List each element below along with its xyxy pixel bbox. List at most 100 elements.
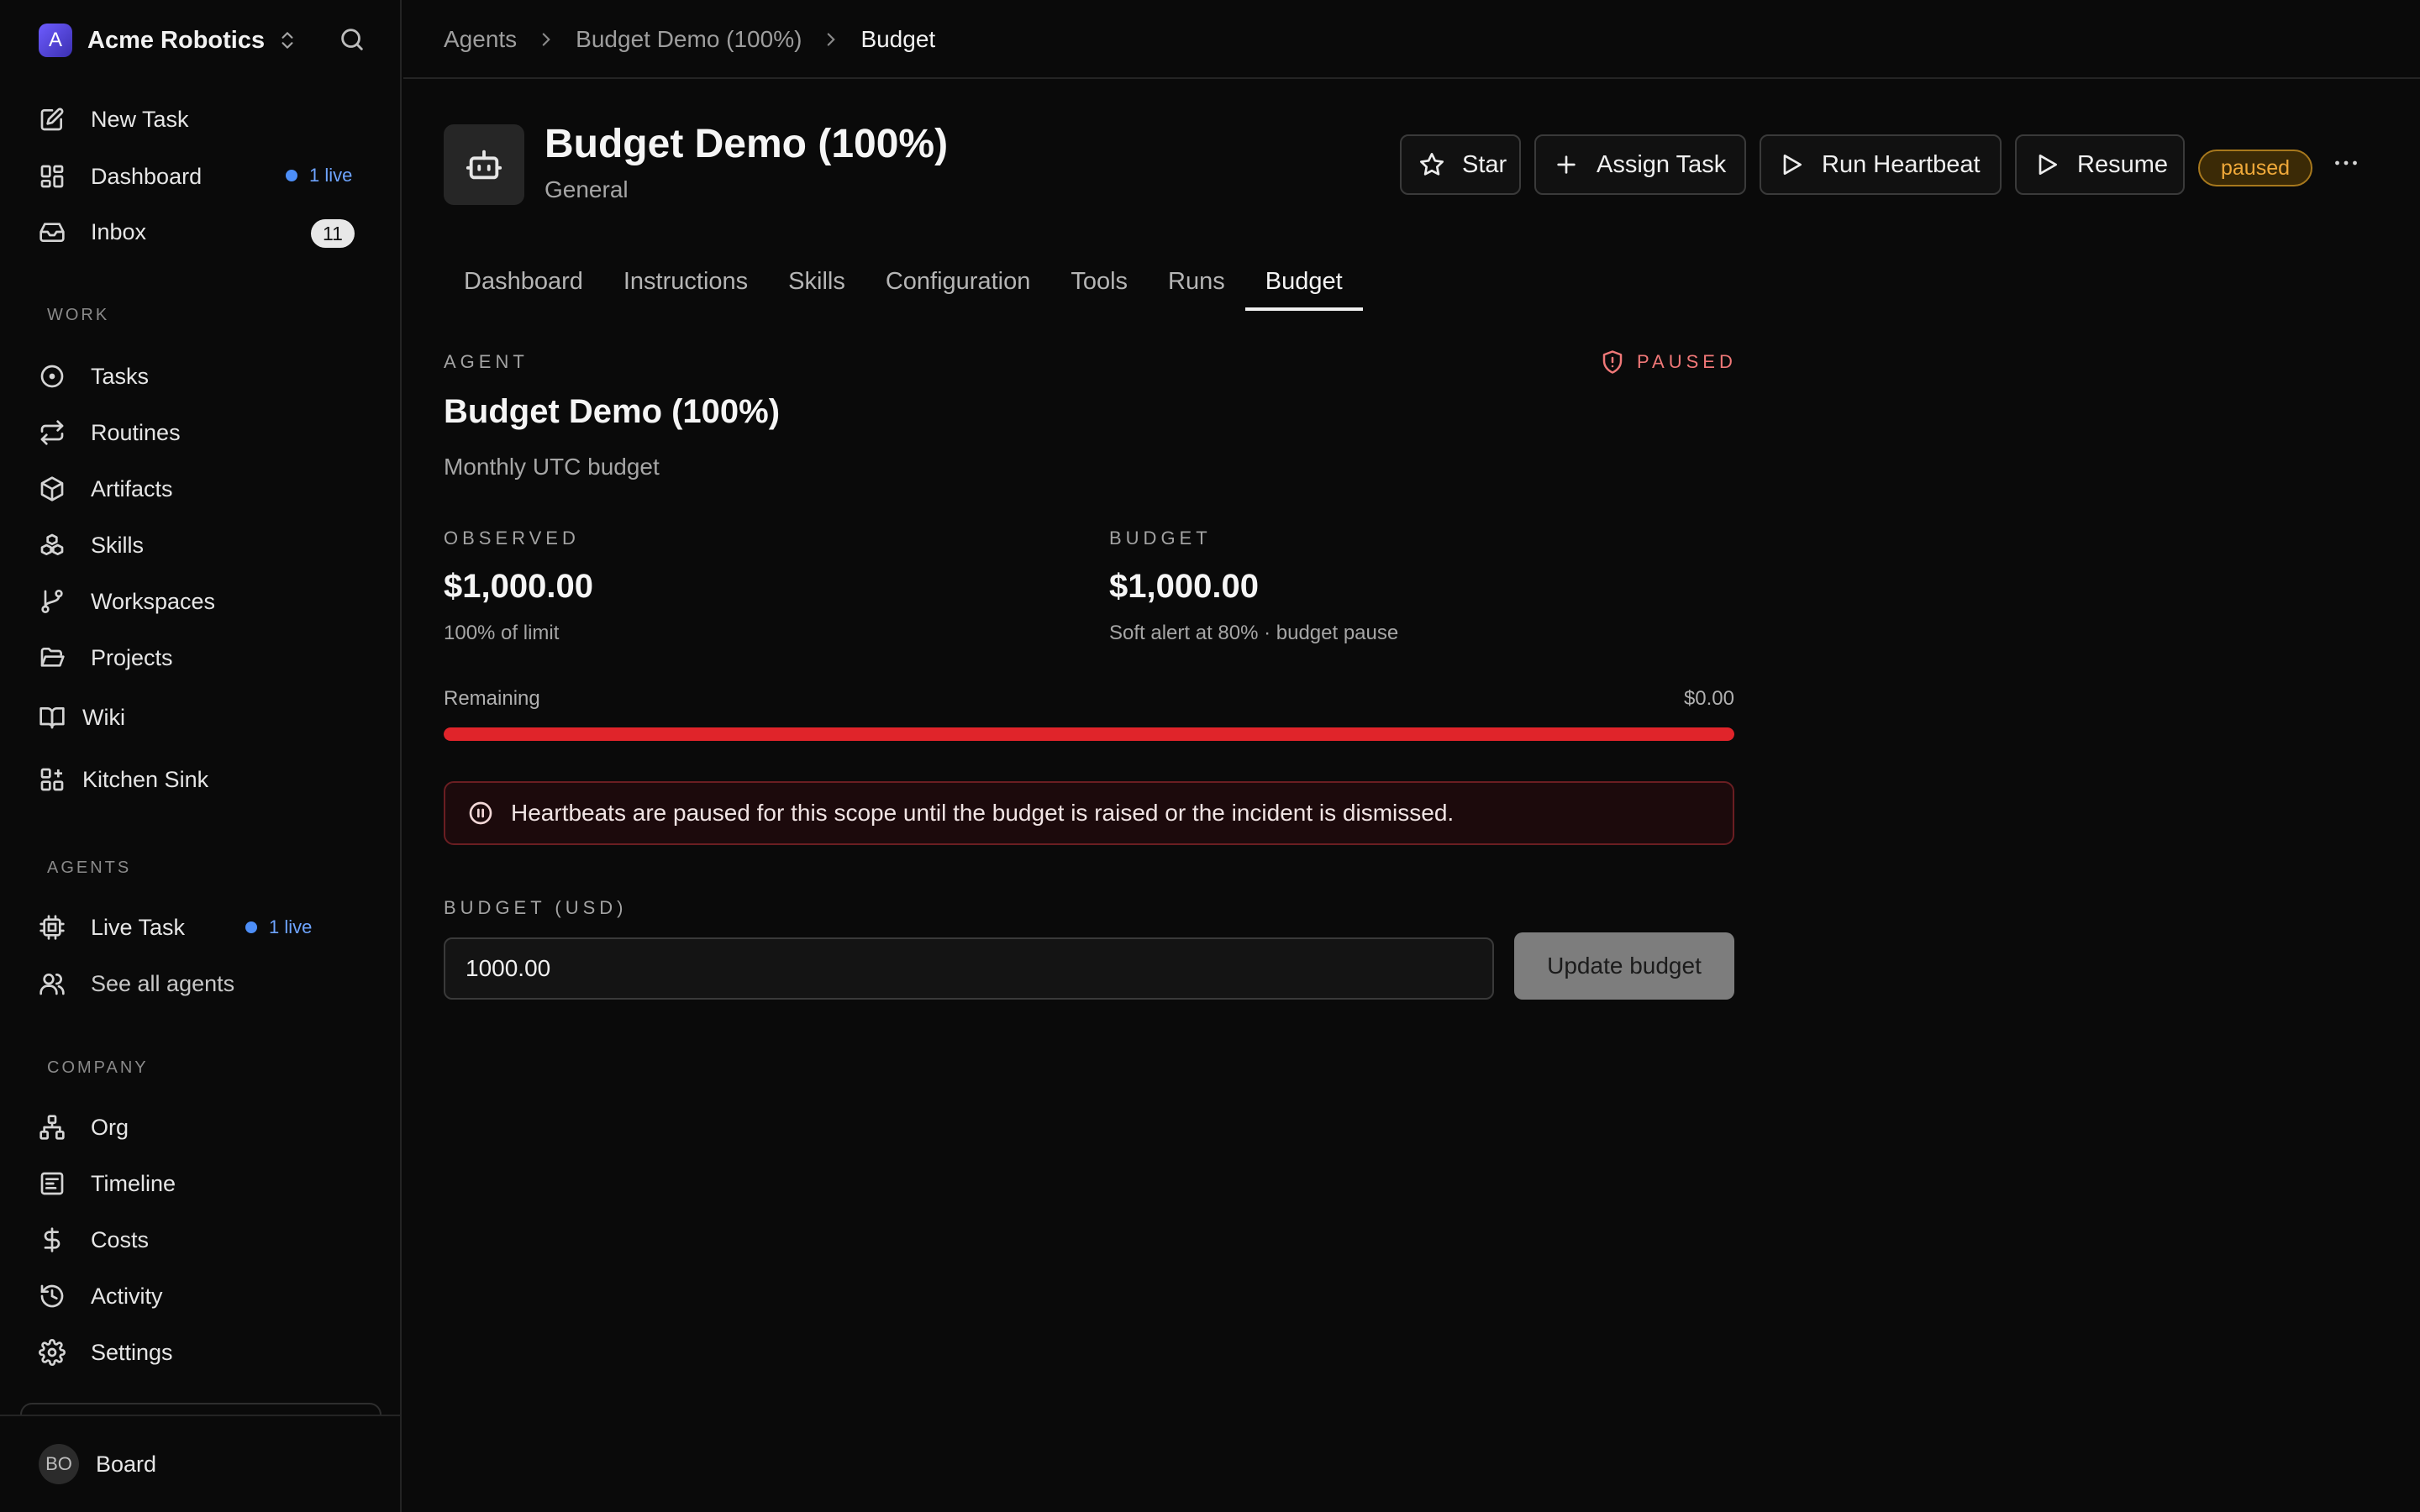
live-dot xyxy=(245,921,257,933)
observed-label: OBSERVED xyxy=(444,528,580,549)
search-icon[interactable] xyxy=(338,25,366,54)
observed-note: 100% of limit xyxy=(444,622,560,644)
nav-settings[interactable]: Settings xyxy=(39,1329,366,1376)
sidebar: A Acme Robotics New Task Dashboard 1 liv… xyxy=(0,0,402,1512)
nav-label: Activity xyxy=(91,1283,163,1309)
assign-task-button[interactable]: Assign Task xyxy=(1534,134,1746,195)
nav-label: Live Task xyxy=(91,914,186,940)
tab-configuration[interactable]: Configuration xyxy=(865,252,1051,311)
nav-label: Org xyxy=(91,1114,129,1140)
tab-budget[interactable]: Budget xyxy=(1244,252,1363,311)
timeline-icon xyxy=(39,1170,66,1197)
nav-kitchen-sink[interactable]: Kitchen Sink xyxy=(39,756,366,803)
history-icon xyxy=(39,1283,66,1310)
breadcrumb-agents[interactable]: Agents xyxy=(444,26,517,53)
star-button[interactable]: Star xyxy=(1400,134,1521,195)
button-label: Assign Task xyxy=(1597,150,1727,178)
git-branch-icon xyxy=(39,588,66,615)
nav-label: Projects xyxy=(91,644,173,670)
nav-projects[interactable]: Projects xyxy=(39,634,366,681)
breadcrumb-agent[interactable]: Budget Demo (100%) xyxy=(576,26,802,53)
chevron-right-icon xyxy=(820,29,842,50)
agent-avatar xyxy=(444,124,524,205)
sidebar-divider xyxy=(0,1415,400,1416)
section-label-work: WORK xyxy=(47,306,110,324)
chevron-right-icon xyxy=(535,29,557,50)
topbar: Agents Budget Demo (100%) Budget xyxy=(403,0,2420,79)
nav-label: Timeline xyxy=(91,1170,176,1196)
nav-artifacts[interactable]: Artifacts xyxy=(39,465,366,512)
network-icon xyxy=(39,1114,66,1141)
update-budget-button[interactable]: Update budget xyxy=(1514,932,1734,1000)
play-icon xyxy=(2033,151,2060,178)
workspace-logo: A xyxy=(39,24,72,57)
nav-label: Artifacts xyxy=(91,475,173,501)
package-icon xyxy=(39,475,66,502)
user-name: Board xyxy=(96,1451,157,1477)
nav-live-task[interactable]: Live Task xyxy=(39,904,366,951)
nav-costs[interactable]: Costs xyxy=(39,1216,366,1263)
nav-label: Kitchen Sink xyxy=(82,766,209,792)
dollar-icon xyxy=(39,1226,66,1253)
remaining-value: $0.00 xyxy=(1683,687,1734,710)
section-label-company: COMPANY xyxy=(47,1058,149,1077)
dashboard-live-indicator: 1 live xyxy=(286,165,352,186)
more-horizontal-icon[interactable] xyxy=(2331,148,2361,178)
tab-runs[interactable]: Runs xyxy=(1148,252,1245,311)
agent-tabs: Dashboard Instructions Skills Configurat… xyxy=(444,252,1363,311)
paused-alert: Heartbeats are paused for this scope unt… xyxy=(444,781,1734,845)
observed-value: $1,000.00 xyxy=(444,568,593,605)
budget-input[interactable] xyxy=(444,937,1494,1000)
nav-timeline[interactable]: Timeline xyxy=(39,1160,366,1207)
workspace-name: Acme Robotics xyxy=(87,26,266,54)
alert-text: Heartbeats are paused for this scope unt… xyxy=(511,800,1455,826)
users-icon xyxy=(39,970,66,997)
tab-skills[interactable]: Skills xyxy=(768,252,865,311)
tab-instructions[interactable]: Instructions xyxy=(603,252,768,311)
workspace-switcher[interactable]: A Acme Robotics xyxy=(39,20,375,60)
bot-icon xyxy=(465,145,503,184)
budget-scope-title: Budget Demo (100%) xyxy=(444,393,781,430)
user-menu[interactable]: BO Board xyxy=(39,1443,156,1485)
folder-open-icon xyxy=(39,644,66,671)
resume-button[interactable]: Resume xyxy=(2015,134,2185,195)
inbox-icon xyxy=(39,218,66,245)
section-label-agents: AGENTS xyxy=(47,858,132,877)
tab-dashboard[interactable]: Dashboard xyxy=(444,252,603,311)
nav-label: See all agents xyxy=(91,970,235,996)
gear-icon xyxy=(39,1339,66,1366)
nav-tasks[interactable]: Tasks xyxy=(39,353,366,400)
repeat-icon xyxy=(39,419,66,446)
book-open-icon xyxy=(39,704,66,731)
nav-label: New Task xyxy=(91,106,189,132)
budget-input-label: BUDGET (USD) xyxy=(444,897,628,918)
nav-label: Routines xyxy=(91,419,181,445)
live-task-live-indicator: 1 live xyxy=(245,916,312,938)
breadcrumb-current: Budget xyxy=(860,26,936,52)
avatar: BO xyxy=(39,1444,79,1484)
nav-see-all-agents[interactable]: See all agents xyxy=(39,960,366,1007)
boxes-icon xyxy=(39,532,66,559)
budget-value: $1,000.00 xyxy=(1109,568,1259,605)
budget-scope-subtitle: Monthly UTC budget xyxy=(444,454,660,480)
chevron-up-down-icon xyxy=(276,29,298,51)
status-badge: paused xyxy=(2198,150,2312,186)
play-icon xyxy=(1778,151,1805,178)
budget-progress-fill xyxy=(444,727,1734,741)
nav-workspaces[interactable]: Workspaces xyxy=(39,578,366,625)
nav-skills[interactable]: Skills xyxy=(39,522,366,569)
tab-tools[interactable]: Tools xyxy=(1050,252,1148,311)
run-heartbeat-button[interactable]: Run Heartbeat xyxy=(1760,134,2002,195)
scope-eyebrow: AGENT xyxy=(444,351,529,372)
nav-wiki[interactable]: Wiki xyxy=(39,694,366,741)
nav-routines[interactable]: Routines xyxy=(39,409,366,456)
nav-label: Settings xyxy=(91,1339,173,1365)
nav-new-task[interactable]: New Task xyxy=(39,96,366,143)
nav-label: Dashboard xyxy=(91,163,203,189)
nav-activity[interactable]: Activity xyxy=(39,1273,366,1320)
budget-progress-bar xyxy=(444,727,1734,741)
inbox-count-badge: 11 xyxy=(311,219,355,248)
layout-grid-icon xyxy=(39,163,66,190)
nav-label: Wiki xyxy=(82,704,125,730)
nav-org[interactable]: Org xyxy=(39,1104,366,1151)
